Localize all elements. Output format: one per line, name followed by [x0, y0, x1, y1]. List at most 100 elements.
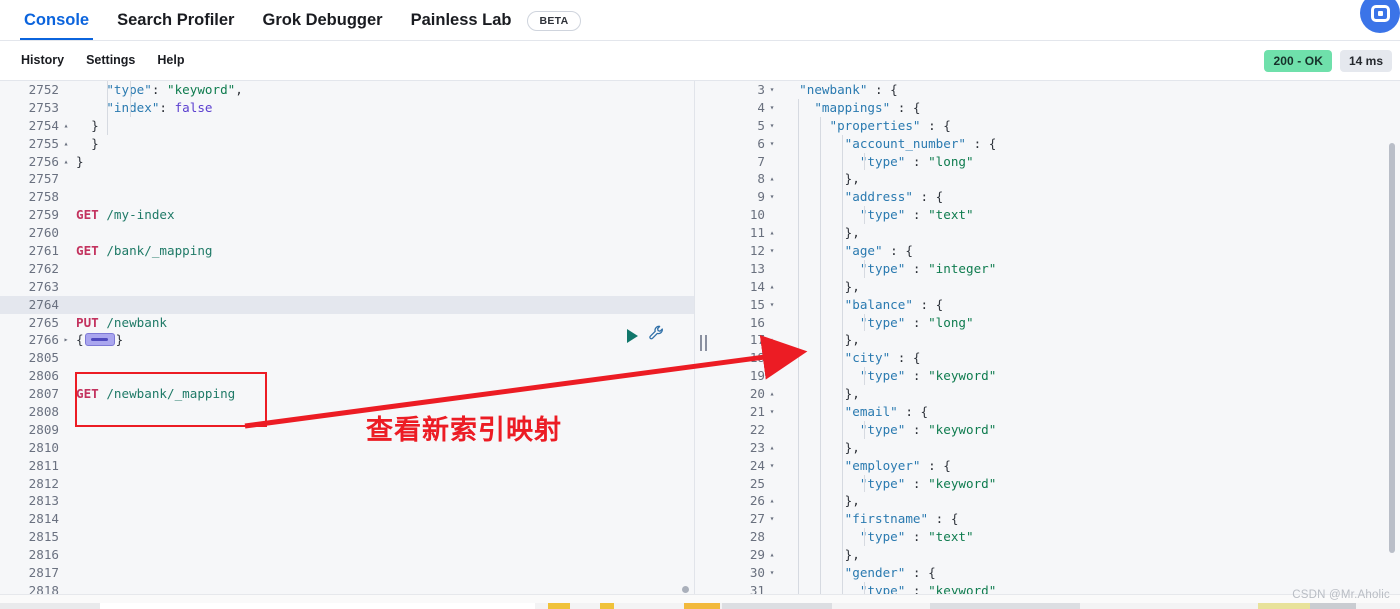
code-line[interactable]: 2817 [0, 564, 694, 582]
code-line[interactable]: 27 "firstname" : { [712, 510, 1400, 529]
subbar-item-history[interactable]: History [10, 54, 75, 67]
code-line[interactable]: 2760 [0, 224, 694, 242]
code-line[interactable]: 2763 [0, 278, 694, 296]
pane-resize-handle[interactable] [697, 333, 709, 353]
nav-tab-console[interactable]: Console [10, 11, 103, 41]
indent-guide [864, 581, 865, 594]
code-line[interactable]: 2765 PUT /newbank [0, 314, 694, 332]
indent-guide [842, 510, 843, 529]
code-line[interactable]: 12 "age" : { [712, 242, 1400, 260]
code-line[interactable]: 29 }, [712, 546, 1400, 565]
code-line[interactable]: 22 "type" : "keyword" [712, 420, 1400, 439]
subbar-item-settings[interactable]: Settings [75, 54, 146, 67]
code-line[interactable]: 18 "city" : { [712, 349, 1400, 368]
code-line[interactable]: 19 "type" : "keyword" [712, 367, 1400, 386]
code-line[interactable]: 2761 GET /bank/_mapping [0, 242, 694, 260]
code-line[interactable]: 28 "type" : "text" [712, 528, 1400, 547]
request-editor-code[interactable]: 2752 "type": "keyword",2753 "index": fal… [0, 81, 694, 594]
code-line[interactable]: 2757 [0, 170, 694, 188]
code-line[interactable]: 8 }, [712, 170, 1400, 189]
indent-guide [820, 242, 821, 260]
code-line[interactable]: 25 "type" : "keyword" [712, 474, 1400, 493]
code-line[interactable]: 14 }, [712, 277, 1400, 296]
code-line[interactable]: 2758 [0, 188, 694, 206]
code-line[interactable]: 2813 [0, 492, 694, 510]
token: : [920, 457, 944, 473]
code-line[interactable]: 11 }, [712, 224, 1400, 243]
code-line[interactable]: 16 "type" : "long" [712, 313, 1400, 332]
code-line[interactable]: 21 "email" : { [712, 403, 1400, 421]
code-line[interactable]: 24 "employer" : { [712, 456, 1400, 475]
code-line[interactable]: 2806 [0, 367, 694, 385]
code-line[interactable]: 2805 [0, 349, 694, 367]
nav-tab-grok-debugger[interactable]: Grok Debugger [248, 11, 396, 41]
line-number: 2813 [28, 493, 59, 509]
code-line[interactable]: 3 "newbank" : { [712, 81, 1400, 99]
nav-tab-search-profiler[interactable]: Search Profiler [103, 11, 248, 41]
indent-guide [798, 420, 799, 439]
code-line[interactable]: 2814 [0, 510, 694, 528]
folded-code-widget[interactable] [84, 333, 115, 347]
code-line[interactable]: 10 "type" : "text" [712, 206, 1400, 225]
line-number: 2816 [28, 547, 59, 563]
code-line[interactable]: 13 "type" : "integer" [712, 259, 1400, 278]
token: { [905, 243, 913, 259]
code-line[interactable]: 2809 [0, 421, 694, 439]
code-line[interactable]: 26 }, [712, 492, 1400, 511]
indent-guide [107, 98, 108, 117]
code-line[interactable]: 2753 "index": false [0, 98, 694, 117]
code-line[interactable]: 20 }, [712, 385, 1400, 404]
token: "long" [928, 314, 974, 330]
app-badge-icon[interactable] [1360, 0, 1400, 33]
code-line[interactable]: 2752 "type": "keyword", [0, 81, 694, 99]
code-line[interactable]: 2811 [0, 457, 694, 475]
token: } [115, 332, 124, 348]
code-line[interactable]: 2808 [0, 403, 694, 421]
code-line[interactable]: 2807 GET /newbank/_mapping [0, 385, 694, 403]
code-line[interactable]: 2756} [0, 153, 694, 171]
code-text: } [62, 135, 99, 153]
line-number: 7 [757, 153, 765, 169]
subbar-item-help[interactable]: Help [146, 54, 195, 67]
code-line[interactable]: 30 "gender" : { [712, 564, 1400, 582]
code-line[interactable]: 2766{} [0, 331, 694, 349]
page-scrollbar[interactable] [1386, 81, 1398, 594]
response-viewer-pane[interactable]: 3 "newbank" : {4 "mappings" : {5 "proper… [712, 81, 1400, 594]
indent-guide [798, 259, 799, 278]
page-scrollbar-thumb[interactable] [1389, 143, 1395, 553]
token: { [988, 135, 997, 151]
indent-guide [842, 456, 843, 475]
code-line[interactable]: 15 "balance" : { [712, 295, 1400, 314]
code-line[interactable]: 17 }, [712, 331, 1400, 350]
code-line[interactable]: 6 "account_number" : { [712, 134, 1400, 153]
code-text: "type" : "long" [768, 313, 974, 332]
code-line[interactable]: 2815 [0, 528, 694, 546]
nav-tab-painless-lab[interactable]: Painless Lab [397, 11, 526, 41]
wrench-icon[interactable] [648, 324, 666, 347]
indent-guide [820, 259, 821, 278]
code-line[interactable]: 2812 [0, 475, 694, 493]
line-number: 2808 [28, 404, 59, 420]
code-line[interactable]: 4 "mappings" : { [712, 98, 1400, 117]
code-line[interactable]: 2818 [0, 582, 694, 594]
code-line[interactable]: 2810 [0, 439, 694, 457]
indent-guide [798, 367, 799, 386]
token: { [928, 565, 936, 581]
code-line[interactable]: 7 "type" : "long" [712, 152, 1400, 171]
request-editor-pane[interactable]: 2752 "type": "keyword",2753 "index": fal… [0, 81, 695, 594]
code-line[interactable]: 2755 } [0, 135, 694, 153]
code-line[interactable]: 5 "properties" : { [712, 116, 1400, 135]
code-line[interactable]: 2754 } [0, 116, 694, 135]
code-line[interactable]: 2759 GET /my-index [0, 206, 694, 224]
code-line[interactable]: 2764 [0, 295, 694, 314]
code-line[interactable]: 9 "address" : { [712, 188, 1400, 207]
editor-resize-dot[interactable] [682, 586, 689, 593]
token: { [76, 332, 84, 348]
code-line[interactable]: 2762 [0, 260, 694, 278]
code-line[interactable]: 2816 [0, 546, 694, 564]
play-icon[interactable] [627, 328, 638, 343]
code-line[interactable]: 23 }, [712, 438, 1400, 457]
